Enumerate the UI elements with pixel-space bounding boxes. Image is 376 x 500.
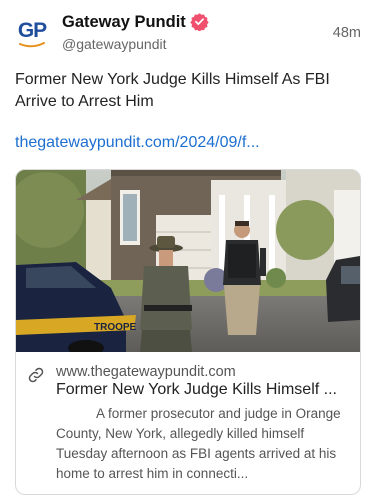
svg-text:TROOPE: TROOPE (94, 322, 137, 333)
avatar-logo-text: GP (17, 19, 47, 42)
link-preview-title[interactable]: Former New York Judge Kills Himself ... (56, 381, 352, 399)
post-text: Former New York Judge Kills Himself As F… (15, 71, 330, 110)
link-preview-domain: www.thegatewaypundit.com (56, 364, 236, 380)
verified-badge-icon (190, 13, 209, 31)
link-preview-description: A former prosecutor and judge in Orange … (56, 406, 341, 481)
avatar-swoosh-icon (19, 42, 45, 48)
feed-post[interactable]: GP Gateway Pundit @gatewaypundit 48m For… (0, 0, 376, 500)
author-handle[interactable]: @gatewaypundit (62, 36, 167, 52)
link-preview-meta: www.thegatewaypundit.com Former New York… (16, 352, 360, 494)
post-link[interactable]: thegatewaypundit.com/2024/09/f... (15, 134, 260, 152)
author-display-name[interactable]: Gateway Pundit (62, 13, 186, 32)
link-preview-image: TROOPE (16, 170, 360, 352)
link-icon (28, 367, 44, 383)
avatar[interactable]: GP (14, 16, 50, 52)
link-preview-card[interactable]: TROOPE www.thegatewaypundit.com Former N… (15, 169, 361, 495)
post-timestamp: 48m (332, 25, 361, 41)
